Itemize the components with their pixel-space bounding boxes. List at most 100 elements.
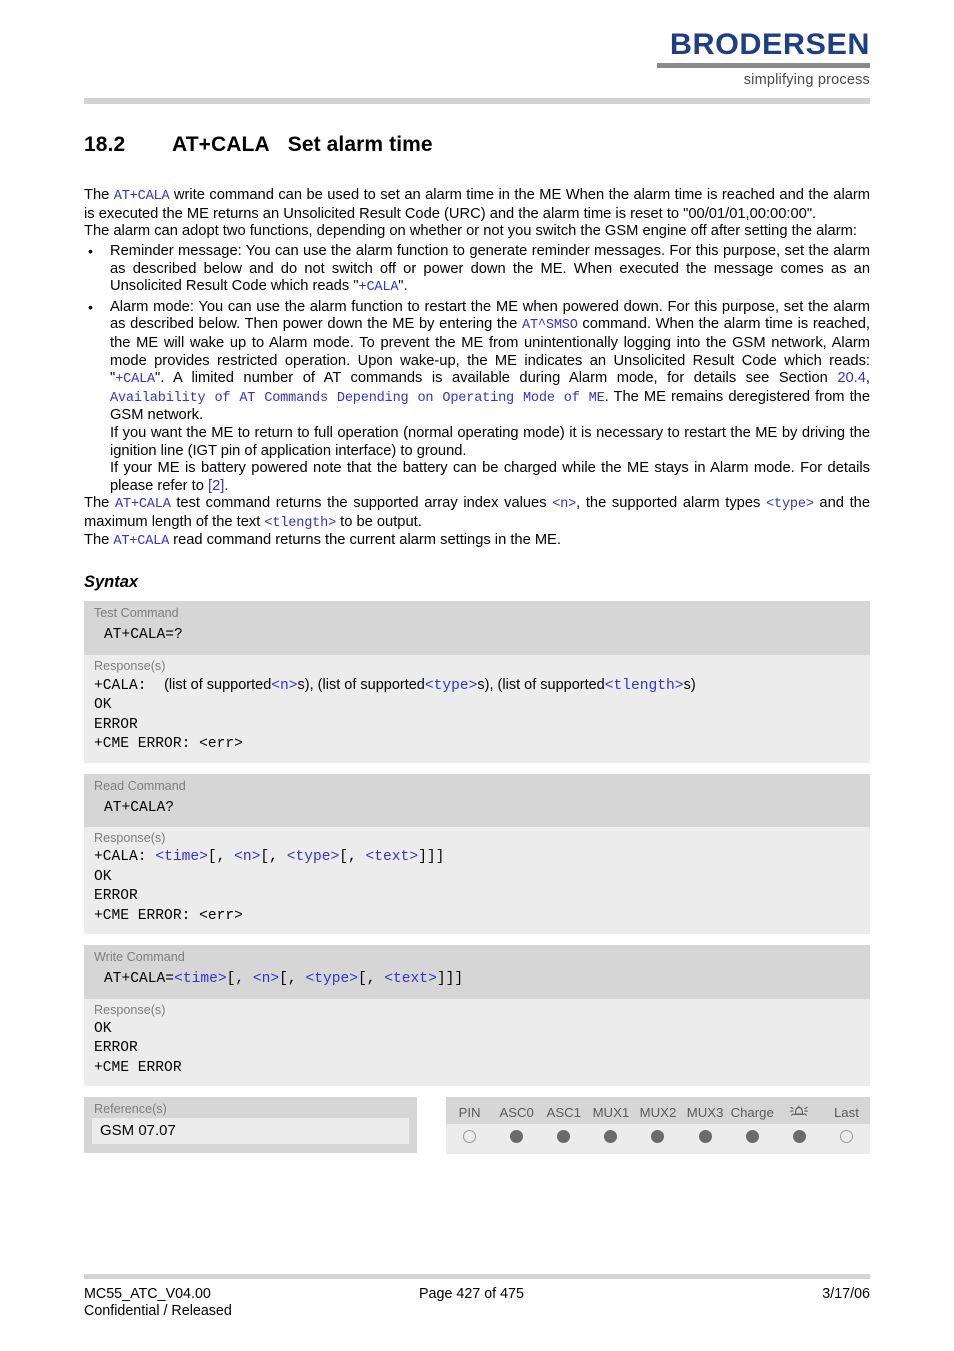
- list-item-reminder-message: Reminder message: You can use the alarm …: [84, 243, 870, 297]
- indicator-value-row: [446, 1124, 870, 1155]
- write-command-syntax: AT+CALA=<time>[, <n>[, <type>[, <text>]]…: [94, 970, 860, 990]
- write-command-band: AT+CALA=<time>[, <n>[, <type>[, <text>]]…: [84, 967, 870, 999]
- logo-divider-bar: [657, 63, 870, 68]
- page-title: 18.2 AT+CALA Set alarm time: [84, 132, 870, 157]
- test-command-band: AT+CALA=?: [84, 623, 870, 655]
- column-header-asc1: ASC1: [546, 1104, 581, 1120]
- interface-indicator-box: PIN ASC0 ASC1 MUX1 MUX2 MUX3 Charge Last: [446, 1097, 870, 1155]
- document-content: 18.2 AT+CALA Set alarm time The AT+CALA wr…: [84, 132, 870, 1155]
- inline-param-type: <type>: [766, 497, 814, 513]
- write-command-sep-3: [,: [358, 971, 385, 988]
- read-response-line-1: +CALA: <time>[, <n>[, <type>[, <text>]]]: [84, 848, 870, 868]
- read-command-response-band: Response(s) +CALA: <time>[, <n>[, <type>…: [84, 827, 870, 935]
- test-response-ok: OK: [94, 697, 112, 714]
- section-crossref-title[interactable]: Availability of AT Commands Depending on…: [110, 391, 605, 406]
- indicator-cell-charge: [728, 1124, 776, 1155]
- write-command-param-type: <type>: [305, 971, 358, 988]
- indicator-cell-mux2: [634, 1124, 682, 1155]
- inline-code-atcala-read: AT+CALA: [113, 534, 170, 550]
- section-number: 18.2: [84, 133, 126, 156]
- footer-document-id: MC55_ATC_V04.00 Confidential / Released: [84, 1286, 232, 1320]
- inline-param-n: <n>: [552, 497, 577, 513]
- bullet2-subparagraph-2: If your ME is battery powered note that …: [110, 460, 870, 495]
- footer-doc-name: MC55_ATC_V04.00: [84, 1286, 211, 1302]
- indicator-cell-asc1: [540, 1124, 588, 1155]
- read-response-param-type: <type>: [286, 849, 340, 866]
- column-header-charge: Charge: [730, 1104, 774, 1120]
- read-response-param-time: <time>: [155, 849, 208, 866]
- indicator-cell-mux3: [681, 1124, 729, 1155]
- test-response-param-type: <type>: [424, 677, 478, 694]
- read-response-sep-3: [,: [339, 849, 366, 866]
- doc-reference-link[interactable]: [2]: [208, 478, 224, 494]
- write-response-ok: OK: [94, 1020, 112, 1037]
- inline-code-cala-wakeup: +CALA: [115, 372, 156, 388]
- write-command-param-n: <n>: [252, 971, 280, 988]
- outro2-text-a: The: [84, 532, 114, 549]
- outro-paragraph-1: The AT+CALA test command returns the sup…: [84, 495, 870, 532]
- indicator-header-row: PIN ASC0 ASC1 MUX1 MUX2 MUX3 Charge Last: [446, 1097, 870, 1124]
- section-crossref-number[interactable]: 20.4: [837, 370, 866, 386]
- header-divider-rule: [84, 98, 870, 104]
- read-response-error: ERROR: [94, 888, 138, 905]
- column-header-mux2: MUX2: [639, 1104, 677, 1120]
- column-header-last: Last: [833, 1104, 859, 1120]
- indicator-dot-mux3: [698, 1130, 712, 1144]
- read-response-sep-1: [,: [207, 849, 235, 866]
- test-command-label: Test Command: [94, 606, 179, 621]
- bullet2-sub2-text-b: .: [224, 477, 229, 494]
- outro-text-c: , the supported alarm types: [576, 495, 767, 512]
- outro-paragraph-2: The AT+CALA read command returns the cur…: [84, 532, 870, 551]
- intro-paragraph-2: The alarm can adopt two functions, depen…: [84, 223, 857, 240]
- indicator-dot-alarm: [792, 1130, 806, 1144]
- list-item-alarm-mode: Alarm mode: You can use the alarm functi…: [84, 299, 870, 496]
- indicator-dot-mux2: [651, 1130, 665, 1144]
- footer-confidentiality: Confidential / Released: [84, 1303, 232, 1319]
- read-response-param-n: <n>: [234, 849, 261, 866]
- indicator-dot-pin: [463, 1130, 477, 1144]
- column-header-mux3: MUX3: [686, 1104, 724, 1120]
- alarm-function-list: Reminder message: You can use the alarm …: [84, 243, 870, 495]
- syntax-block-test-command: Test Command AT+CALA=? Response(s) +CALA…: [84, 601, 870, 763]
- read-response-sep-2: [,: [260, 849, 287, 866]
- footer-columns: MC55_ATC_V04.00 Confidential / Released …: [84, 1286, 870, 1326]
- section-command: AT+CALA: [172, 133, 270, 156]
- read-response-prefix: +CALA:: [94, 849, 147, 866]
- test-response-cme-error: +CME ERROR: <err>: [94, 736, 243, 753]
- write-command-response-band: Response(s) OK ERROR +CME ERROR: [84, 998, 870, 1087]
- bullet1-text-b: ".: [398, 278, 408, 295]
- read-response-label: Response(s): [94, 831, 166, 846]
- indicator-dot-asc0: [510, 1130, 524, 1144]
- intro-text-b: write command can be used to set an alar…: [84, 187, 870, 222]
- column-header-alarm: [776, 1097, 823, 1124]
- indicator-dot-mux1: [604, 1130, 618, 1144]
- test-response-param-tlength: <tlength>: [604, 677, 684, 694]
- write-command-sep-1: [,: [226, 971, 253, 988]
- indicator-cell-alarm: [775, 1124, 823, 1155]
- write-response-label: Response(s): [94, 1002, 166, 1017]
- test-command-syntax: AT+CALA=?: [104, 627, 183, 644]
- reference-value: GSM 07.07: [92, 1118, 409, 1145]
- outro-text-a: The: [84, 495, 115, 512]
- test-response-line-1: +CALA: (list of supported<n>s), (list of…: [84, 676, 870, 697]
- syntax-heading: Syntax: [84, 573, 139, 592]
- column-header-asc0: ASC0: [499, 1104, 534, 1120]
- indicator-cell-mux1: [587, 1124, 635, 1155]
- test-response-list-3: s), (list of supported: [477, 676, 605, 693]
- outro-text-e: to be output.: [336, 513, 422, 530]
- inline-code-cala-urc: +CALA: [358, 280, 399, 296]
- footer-date: 3/17/06: [822, 1286, 870, 1302]
- logo-tagline: simplifying process: [743, 72, 870, 88]
- syntax-block-write-command: Write Command AT+CALA=<time>[, <n>[, <ty…: [84, 945, 870, 1087]
- outro2-text-b: read command returns the current alarm s…: [169, 532, 561, 549]
- logo-wordmark: BRODERSEN: [669, 28, 870, 61]
- inline-code-atcala-test: AT+CALA: [114, 497, 171, 513]
- test-response-prefix: +CALA:: [94, 677, 147, 694]
- bullet2-text-c: ". A limited number of AT commands is av…: [155, 370, 838, 387]
- bullet1-text-a: Reminder message: You can use the alarm …: [110, 242, 870, 295]
- test-command-response-band: Response(s) +CALA: (list of supported<n>…: [84, 654, 870, 763]
- indicator-cell-asc0: [493, 1124, 541, 1155]
- brodersen-logo: BRODERSEN simplifying process: [650, 30, 870, 88]
- inline-code-atsmso: AT^SMSO: [522, 318, 578, 334]
- indicator-cell-pin: [446, 1124, 494, 1155]
